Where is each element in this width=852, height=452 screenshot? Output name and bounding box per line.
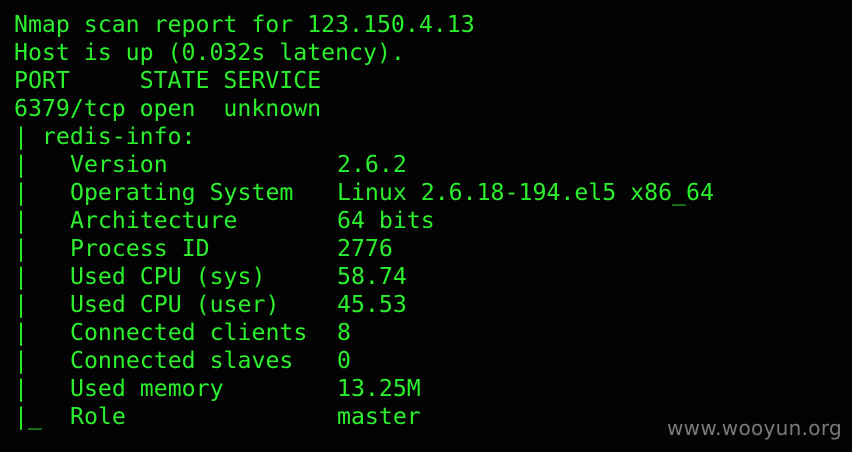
info-prefix: | — [14, 207, 28, 234]
info-value: master — [337, 403, 421, 430]
info-key: Used memory — [70, 375, 224, 402]
info-value: 45.53 — [337, 291, 407, 318]
info-key: Connected clients — [70, 319, 308, 346]
info-row: | Used CPU (user) 45.53 — [14, 291, 714, 319]
info-prefix: | — [14, 235, 28, 262]
host-status-line: Host is up (0.032s latency). — [14, 39, 405, 66]
info-prefix: | — [14, 375, 28, 402]
info-row-last: |_ Role master — [14, 403, 714, 431]
info-key: Role — [70, 403, 126, 430]
redis-info-line: | redis-info: — [14, 123, 196, 150]
info-value: 13.25M — [337, 375, 421, 402]
info-prefix: | — [14, 179, 28, 206]
info-prefix: | — [14, 151, 28, 178]
info-key: Version — [70, 151, 168, 178]
info-value: 2776 — [337, 235, 393, 262]
info-value: 58.74 — [337, 263, 407, 290]
info-row: | Version 2.6.2 — [14, 151, 714, 179]
info-row: | Architecture 64 bits — [14, 207, 714, 235]
info-prefix-last: |_ — [14, 403, 42, 430]
scan-report-line: Nmap scan report for 123.150.4.13 — [14, 11, 475, 38]
info-value: 64 bits — [337, 207, 435, 234]
port-header-line: PORT STATE SERVICE — [14, 67, 322, 94]
info-prefix: | — [14, 291, 28, 318]
info-row: | Operating System Linux 2.6.18-194.el5 x8… — [14, 179, 714, 207]
info-key: Operating System — [70, 179, 294, 206]
info-key: Used CPU (sys) — [70, 263, 266, 290]
info-value: Linux 2.6.18-194.el5 x86_64 — [337, 179, 714, 206]
info-row: | Connected slaves 0 — [14, 347, 714, 375]
info-key: Used CPU (user) — [70, 291, 280, 318]
info-key: Architecture — [70, 207, 238, 234]
info-value: 2.6.2 — [337, 151, 407, 178]
info-key: Connected slaves — [70, 347, 294, 374]
info-row: | Used CPU (sys) 58.74 — [14, 263, 714, 291]
info-key: Process ID — [70, 235, 210, 262]
port-line: 6379/tcp open unknown — [14, 95, 322, 122]
info-prefix: | — [14, 263, 28, 290]
info-value: 8 — [337, 319, 351, 346]
info-row: | Used memory 13.25M — [14, 375, 714, 403]
info-row: | Connected clients 8 — [14, 319, 714, 347]
info-prefix: | — [14, 319, 28, 346]
terminal-window: Nmap scan report for 123.150.4.13 Host i… — [0, 0, 852, 452]
info-prefix: | — [14, 347, 28, 374]
terminal-output: Nmap scan report for 123.150.4.13 Host i… — [14, 11, 714, 431]
info-value: 0 — [337, 347, 351, 374]
watermark: www.wooyun.org — [667, 416, 842, 440]
info-row: | Process ID 2776 — [14, 235, 714, 263]
